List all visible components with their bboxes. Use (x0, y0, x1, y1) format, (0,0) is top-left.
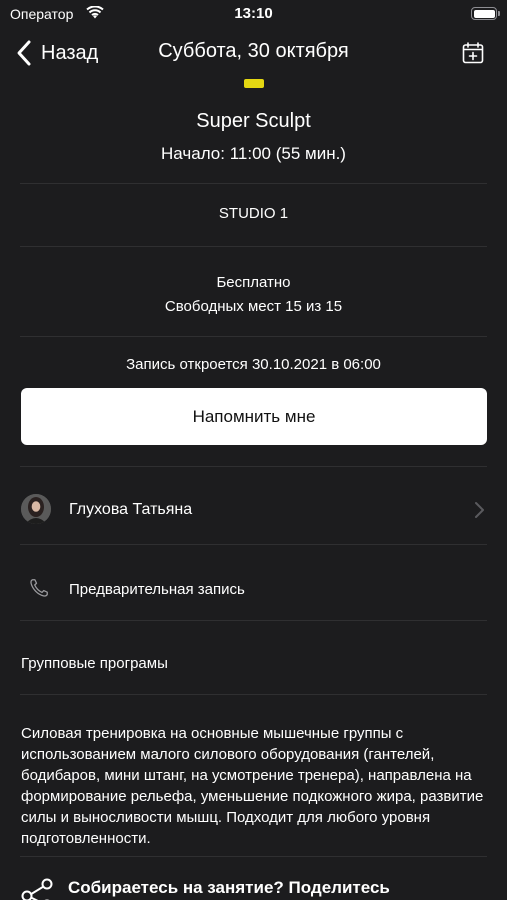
share-label: Собираетесь на занятие? Поделитесь (68, 878, 390, 897)
divider (20, 544, 487, 545)
class-start-time: Начало: 11:00 (55 мин.) (161, 144, 346, 163)
class-description: Силовая тренировка на основные мышечные … (21, 725, 484, 847)
divider (20, 246, 487, 247)
trainer-row[interactable]: Глухова Татьяна (0, 487, 507, 535)
free-seats: Свободных мест 15 из 15 (164, 298, 343, 315)
battery-icon (471, 7, 500, 20)
status-time: 13:10 (234, 5, 273, 22)
divider (20, 336, 487, 337)
divider (20, 183, 487, 184)
divider (20, 620, 487, 621)
share-row[interactable]: Собираетесь на занятие? Поделитесь (0, 872, 507, 900)
trainer-name: Глухова Татьяна (69, 501, 193, 518)
studio-name: STUDIO 1 (218, 205, 289, 222)
class-color-marker (244, 79, 264, 88)
divider (20, 694, 487, 695)
page-title: Суббота, 30 октября (158, 40, 349, 62)
divider (20, 856, 487, 857)
divider (20, 466, 487, 467)
class-price: Бесплатно (216, 274, 291, 291)
chevron-right-icon (475, 502, 484, 518)
pre-booking-phone-row[interactable]: Предварительная запись (0, 570, 507, 610)
booking-opens-text: Запись откроется 30.10.2021 в 06:00 (126, 356, 381, 373)
pre-booking-label: Предварительная запись (69, 581, 245, 598)
trainer-avatar (21, 494, 51, 524)
add-to-calendar-icon[interactable] (461, 41, 485, 65)
class-title: Super Sculpt (196, 110, 311, 132)
remind-me-button[interactable]: Напомнить мне (21, 388, 487, 445)
status-bar: Оператор 13:10 (0, 0, 507, 30)
class-category: Групповые програмы (21, 655, 168, 672)
share-icon (21, 878, 53, 900)
phone-icon (30, 579, 48, 597)
